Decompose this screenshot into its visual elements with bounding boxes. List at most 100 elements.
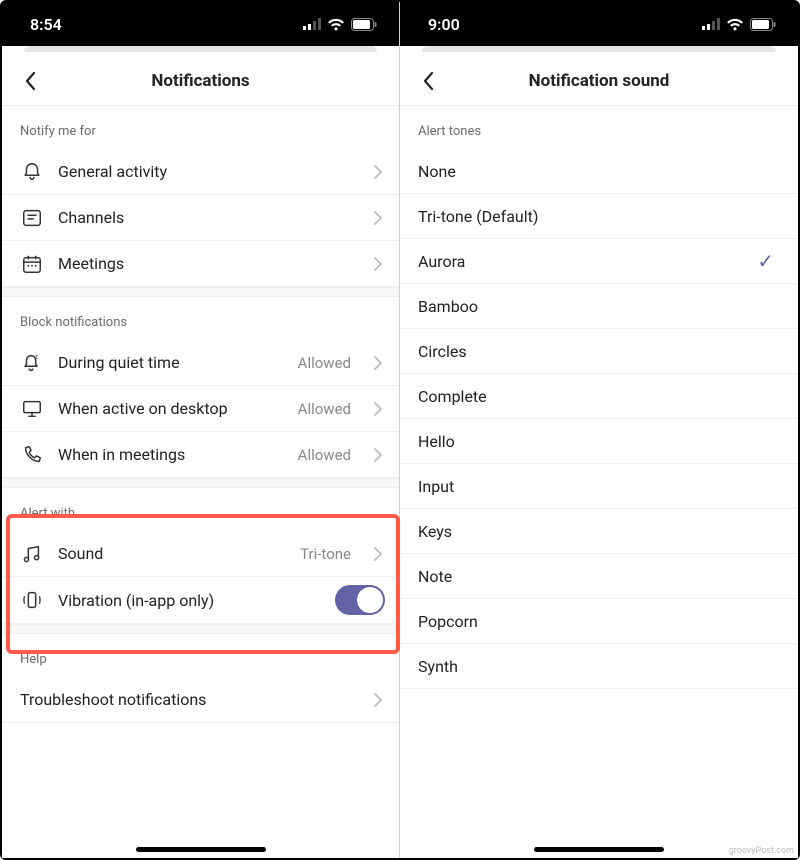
tone-row[interactable]: Hello	[400, 419, 798, 464]
row-troubleshoot[interactable]: Troubleshoot notifications	[2, 677, 399, 723]
tone-label: Input	[418, 477, 774, 496]
chevron-left-icon	[23, 71, 37, 91]
row-general-activity[interactable]: General activity	[2, 149, 399, 195]
status-time: 9:00	[428, 15, 460, 34]
status-bar: 9:00	[400, 2, 798, 46]
row-label: During quiet time	[58, 353, 284, 372]
tone-row[interactable]: Aurora✓	[400, 239, 798, 284]
vibrate-icon	[20, 588, 44, 612]
chevron-right-icon	[371, 547, 385, 561]
tone-label: Tri-tone (Default)	[418, 207, 774, 226]
home-indicator	[136, 847, 266, 852]
group-gap	[2, 478, 399, 488]
row-channels[interactable]: Channels	[2, 195, 399, 241]
status-bar: 8:54	[2, 2, 399, 46]
bell-icon	[20, 160, 44, 184]
chevron-right-icon	[371, 693, 385, 707]
phone-icon	[20, 443, 44, 467]
wifi-icon	[327, 18, 345, 31]
section-header-notify: Notify me for	[2, 106, 399, 149]
tone-label: Synth	[418, 657, 774, 676]
row-sound[interactable]: Sound Tri-tone	[2, 531, 399, 577]
row-label: Sound	[58, 544, 286, 563]
battery-icon	[351, 18, 377, 31]
row-vibration[interactable]: Vibration (in-app only)	[2, 577, 399, 624]
chevron-right-icon	[371, 448, 385, 462]
navbar: Notifications	[2, 56, 399, 106]
tone-row[interactable]: Bamboo	[400, 284, 798, 329]
tone-label: Complete	[418, 387, 774, 406]
phone-left: 8:54 Notifications Notify me for General…	[2, 2, 400, 858]
tone-label: Circles	[418, 342, 774, 361]
section-header-tones: Alert tones	[400, 106, 798, 149]
row-value: Allowed	[298, 446, 351, 464]
chevron-right-icon	[371, 211, 385, 225]
tone-row[interactable]: Popcorn	[400, 599, 798, 644]
row-value: Tri-tone	[300, 545, 351, 563]
row-quiet-time[interactable]: z During quiet time Allowed	[2, 340, 399, 386]
tone-label: Bamboo	[418, 297, 774, 316]
music-icon	[20, 542, 44, 566]
tone-label: None	[418, 162, 774, 181]
desktop-icon	[20, 397, 44, 421]
tone-row[interactable]: Tri-tone (Default)	[400, 194, 798, 239]
calendar-icon	[20, 252, 44, 276]
tone-row[interactable]: Complete	[400, 374, 798, 419]
row-label: When active on desktop	[58, 399, 284, 418]
section-header-help: Help	[2, 634, 399, 677]
status-indicators	[702, 18, 776, 31]
page-title: Notifications	[151, 71, 249, 91]
quiet-icon: z	[20, 351, 44, 375]
tone-label: Hello	[418, 432, 774, 451]
section-header-block: Block notifications	[2, 297, 399, 340]
navbar: Notification sound	[400, 56, 798, 106]
chevron-left-icon	[421, 71, 435, 91]
chevron-right-icon	[371, 165, 385, 179]
row-value: Allowed	[298, 354, 351, 372]
group-gap	[2, 624, 399, 634]
chevron-right-icon	[371, 356, 385, 370]
tone-row[interactable]: None	[400, 149, 798, 194]
tone-label: Note	[418, 567, 774, 586]
tab-shadow	[400, 46, 798, 56]
tone-row[interactable]: Synth	[400, 644, 798, 689]
row-in-meetings[interactable]: When in meetings Allowed	[2, 432, 399, 478]
tone-label: Keys	[418, 522, 774, 541]
page-title: Notification sound	[529, 71, 670, 91]
tone-row[interactable]: Note	[400, 554, 798, 599]
status-time: 8:54	[30, 15, 62, 34]
row-value: Allowed	[298, 400, 351, 418]
home-indicator	[534, 847, 664, 852]
row-label: Meetings	[58, 254, 357, 273]
content-scroll[interactable]: Alert tones None Tri-tone (Default) Aurora…	[400, 106, 798, 858]
chevron-right-icon	[371, 402, 385, 416]
watermark: groovyPost.com	[729, 846, 794, 856]
content-scroll[interactable]: Notify me for General activity Channels	[2, 106, 399, 858]
chevron-right-icon	[371, 257, 385, 271]
phone-right: 9:00 Notification sound Alert tones None…	[400, 2, 798, 858]
signal-icon	[702, 18, 720, 30]
back-button[interactable]	[16, 67, 44, 95]
row-active-desktop[interactable]: When active on desktop Allowed	[2, 386, 399, 432]
tone-row[interactable]: Keys	[400, 509, 798, 554]
vibration-toggle[interactable]	[335, 585, 385, 615]
section-header-alert: Alert with	[2, 488, 399, 531]
tone-label: Popcorn	[418, 612, 774, 631]
row-label: Channels	[58, 208, 357, 227]
row-label: When in meetings	[58, 445, 284, 464]
tone-row[interactable]: Input	[400, 464, 798, 509]
row-meetings[interactable]: Meetings	[2, 241, 399, 287]
back-button[interactable]	[414, 67, 442, 95]
battery-icon	[750, 18, 776, 31]
check-icon: ✓	[757, 249, 774, 273]
tone-row[interactable]: Circles	[400, 329, 798, 374]
row-label: Vibration (in-app only)	[58, 591, 321, 610]
tab-shadow	[2, 46, 399, 56]
row-label: Troubleshoot notifications	[20, 690, 357, 709]
row-label: General activity	[58, 162, 357, 181]
signal-icon	[303, 18, 321, 30]
channel-icon	[20, 206, 44, 230]
svg-text:z: z	[35, 352, 38, 360]
wifi-icon	[726, 18, 744, 31]
group-gap	[2, 287, 399, 297]
